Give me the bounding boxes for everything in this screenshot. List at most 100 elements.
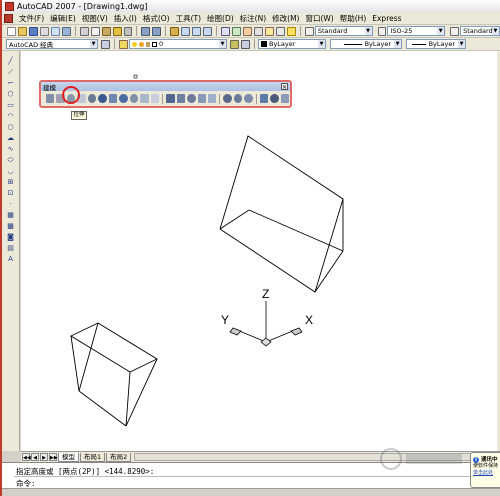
cone-icon[interactable] xyxy=(87,94,97,103)
drawing-canvas[interactable]: Z Y X xyxy=(21,51,500,451)
revision-cloud-icon[interactable]: ☁ xyxy=(6,134,15,142)
table-icon[interactable]: ▤ xyxy=(6,244,15,252)
modeling-toolbar-title: 建模 xyxy=(43,83,56,92)
multiline-text-icon[interactable]: A xyxy=(6,255,15,263)
menu-window[interactable]: 窗口(W) xyxy=(302,13,336,24)
menu-edit[interactable]: 编辑(E) xyxy=(47,13,79,24)
properties-icon[interactable] xyxy=(221,26,231,36)
zoom-previous-icon[interactable] xyxy=(203,26,213,36)
sweep-icon[interactable] xyxy=(176,94,186,103)
markup-icon[interactable] xyxy=(265,26,274,36)
menu-draw[interactable]: 绘图(D) xyxy=(204,13,237,24)
balloon-link[interactable]: 单击此处 xyxy=(473,469,499,476)
paste-icon[interactable] xyxy=(101,26,111,36)
polysolid-icon[interactable] xyxy=(46,94,55,103)
union-icon[interactable] xyxy=(207,94,217,103)
menu-dimension[interactable]: 标注(N) xyxy=(237,13,269,24)
layer-color-swatch xyxy=(152,41,157,47)
menu-insert[interactable]: 插入(I) xyxy=(111,13,140,24)
publish-icon[interactable] xyxy=(61,26,71,36)
presspull-icon[interactable] xyxy=(197,94,206,103)
helix-icon[interactable] xyxy=(140,94,149,103)
table-style-select[interactable]: Standard ▼ xyxy=(460,26,500,36)
make-block-icon[interactable]: ⊡ xyxy=(6,189,15,197)
layer-manager-icon[interactable] xyxy=(119,39,128,49)
open-folder-icon[interactable] xyxy=(17,26,27,36)
arc-icon[interactable]: ◠ xyxy=(6,112,15,120)
polygon-icon[interactable]: ⬡ xyxy=(6,90,15,98)
ellipse-icon[interactable]: ⬭ xyxy=(6,156,15,164)
3d-array-icon[interactable] xyxy=(280,94,290,103)
tab-layout2[interactable]: 布局2 xyxy=(106,452,132,462)
line-icon[interactable]: ╱ xyxy=(6,57,15,65)
ellipse-arc-icon[interactable]: ◡ xyxy=(6,167,15,175)
next-tab-icon[interactable]: ▶ xyxy=(40,453,48,461)
rectangle-icon[interactable]: ▭ xyxy=(6,101,15,109)
menu-tools[interactable]: 工具(T) xyxy=(173,13,204,24)
sphere-icon[interactable] xyxy=(98,94,107,103)
make-object-layer-current-icon[interactable] xyxy=(230,39,239,49)
polyline-icon[interactable]: ⌐ xyxy=(6,79,15,87)
pan-icon[interactable] xyxy=(170,26,180,36)
hatch-icon[interactable]: ▦ xyxy=(6,211,15,219)
menu-file[interactable]: 文件(F) xyxy=(16,13,47,24)
close-icon[interactable]: × xyxy=(281,83,288,91)
document-menu-icon[interactable] xyxy=(4,14,13,23)
redo-icon[interactable] xyxy=(152,26,162,36)
design-center-icon[interactable] xyxy=(232,26,242,36)
planar-surface-icon[interactable] xyxy=(150,94,160,103)
linetype-select[interactable]: ByLayer ▼ xyxy=(330,39,402,49)
zoom-realtime-icon[interactable] xyxy=(181,26,191,36)
color-select[interactable]: ByLayer ▼ xyxy=(258,39,326,49)
block-editor-icon[interactable] xyxy=(123,26,133,36)
zoom-window-icon[interactable] xyxy=(192,26,202,36)
loft-icon[interactable] xyxy=(187,94,196,103)
last-tab-icon[interactable]: ▶▶ xyxy=(49,453,58,461)
revolve-icon[interactable] xyxy=(166,94,175,103)
help-icon[interactable] xyxy=(286,26,296,36)
layer-select[interactable]: 0 ▼ xyxy=(129,39,227,49)
tab-layout1[interactable]: 布局1 xyxy=(80,452,106,462)
torus-icon[interactable] xyxy=(119,94,128,103)
layer-previous-icon[interactable] xyxy=(241,39,250,49)
intersect-icon[interactable] xyxy=(233,94,243,103)
workspace-settings-icon[interactable] xyxy=(101,39,110,49)
plot-preview-icon[interactable] xyxy=(50,26,60,36)
communication-center-balloon[interactable]: i 通讯中 使软件保持 单击此处 xyxy=(470,452,500,488)
point-icon[interactable]: · xyxy=(6,200,15,208)
3d-move-icon[interactable] xyxy=(244,94,253,103)
text-style-select[interactable]: Standard ▼ xyxy=(314,26,373,36)
menu-view[interactable]: 视图(V) xyxy=(79,13,111,24)
pyramid-icon[interactable] xyxy=(129,94,139,103)
workspace-select[interactable]: AutoCAD 经典 ▼ xyxy=(6,39,98,49)
copy-icon[interactable] xyxy=(90,26,100,36)
tab-model[interactable]: 模型 xyxy=(58,452,79,462)
spline-icon[interactable]: ∿ xyxy=(6,145,15,153)
menu-help[interactable]: 帮助(H) xyxy=(337,13,370,24)
lineweight-select[interactable]: ByLayer ▼ xyxy=(406,39,466,49)
circle-icon[interactable]: ○ xyxy=(6,123,15,131)
3d-align-icon[interactable] xyxy=(270,94,279,103)
prev-tab-icon[interactable]: ◀ xyxy=(31,453,39,461)
save-icon[interactable] xyxy=(28,26,38,36)
tool-palettes-icon[interactable] xyxy=(243,26,253,36)
calculator-icon[interactable] xyxy=(275,26,285,36)
sheet-set-icon[interactable] xyxy=(254,26,263,36)
region-icon[interactable]: ◙ xyxy=(6,233,15,241)
print-icon[interactable] xyxy=(39,26,49,36)
menu-express[interactable]: Express xyxy=(369,14,404,23)
match-properties-icon[interactable] xyxy=(112,26,122,36)
menu-modify[interactable]: 修改(M) xyxy=(269,13,302,24)
insert-block-icon[interactable]: ⊞ xyxy=(6,178,15,186)
cylinder-icon[interactable] xyxy=(108,94,118,103)
new-file-icon[interactable] xyxy=(6,26,16,36)
dim-style-select[interactable]: ISO-25 ▼ xyxy=(387,26,446,36)
gradient-icon[interactable]: ▩ xyxy=(6,222,15,230)
undo-icon[interactable] xyxy=(141,26,151,36)
construction-line-icon[interactable]: ⟋ xyxy=(6,68,15,76)
3d-rotate-icon[interactable] xyxy=(259,94,269,103)
subtract-icon[interactable] xyxy=(223,94,232,103)
first-tab-icon[interactable]: ◀◀ xyxy=(22,453,31,461)
menu-format[interactable]: 格式(O) xyxy=(140,13,173,24)
cut-icon[interactable] xyxy=(79,26,89,36)
